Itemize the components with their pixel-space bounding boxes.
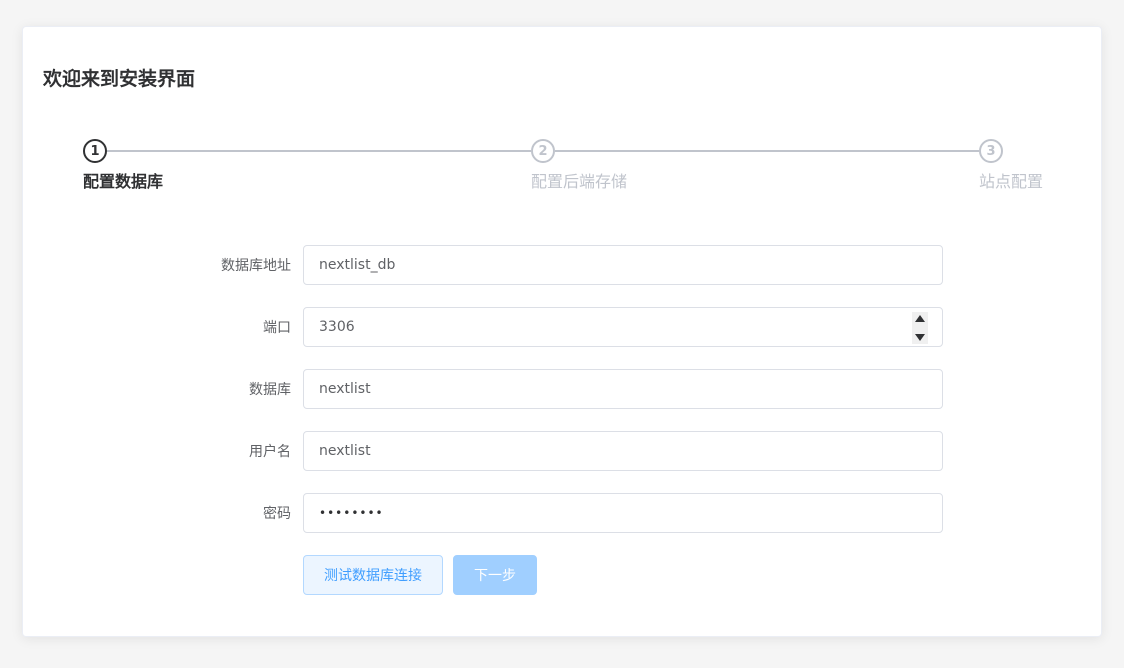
port-label: 端口 [263, 320, 291, 336]
port-value: 3306 [319, 319, 355, 335]
form-actions: 测试数据库连接 下一步 [23, 555, 1103, 595]
host-label: 数据库地址 [221, 258, 291, 274]
username-label: 用户名 [249, 444, 291, 460]
next-step-button[interactable]: 下一步 [453, 555, 537, 595]
host-input[interactable]: nextlist_db [303, 245, 943, 285]
stepper-down-icon[interactable] [915, 334, 925, 341]
step-number-2: 2 [531, 139, 555, 163]
form-row-host: 数据库地址 nextlist_db [23, 245, 1103, 285]
password-mask: •••••••• [319, 506, 384, 520]
form-row-password: 密码 •••••••• [23, 493, 1103, 533]
step-connector-2 [555, 150, 979, 152]
install-steps: 1 配置数据库 2 配置后端存储 3 站点配置 [83, 137, 1043, 197]
stepper-up-icon[interactable] [915, 315, 925, 322]
page-title: 欢迎来到安装界面 [43, 68, 196, 90]
install-card: 欢迎来到安装界面 1 配置数据库 2 配置后端存储 3 站点配置 数据库地址 n… [22, 26, 1102, 637]
form-row-username: 用户名 nextlist [23, 431, 1103, 471]
database-label: 数据库 [249, 382, 291, 398]
form-row-port: 端口 3306 [23, 307, 1103, 347]
password-label: 密码 [263, 506, 291, 522]
step-number-3: 3 [979, 139, 1003, 163]
step-title-2: 配置后端存储 [531, 172, 628, 191]
port-stepper[interactable] [912, 312, 928, 344]
step-title-1: 配置数据库 [83, 172, 164, 191]
step-title-3: 站点配置 [979, 172, 1044, 191]
username-input[interactable]: nextlist [303, 431, 943, 471]
step-number-1: 1 [83, 139, 107, 163]
password-input[interactable]: •••••••• [303, 493, 943, 533]
step-connector-1 [107, 150, 531, 152]
database-input[interactable]: nextlist [303, 369, 943, 409]
test-connection-button[interactable]: 测试数据库连接 [303, 555, 443, 595]
form-row-database: 数据库 nextlist [23, 369, 1103, 409]
port-input[interactable]: 3306 [303, 307, 943, 347]
